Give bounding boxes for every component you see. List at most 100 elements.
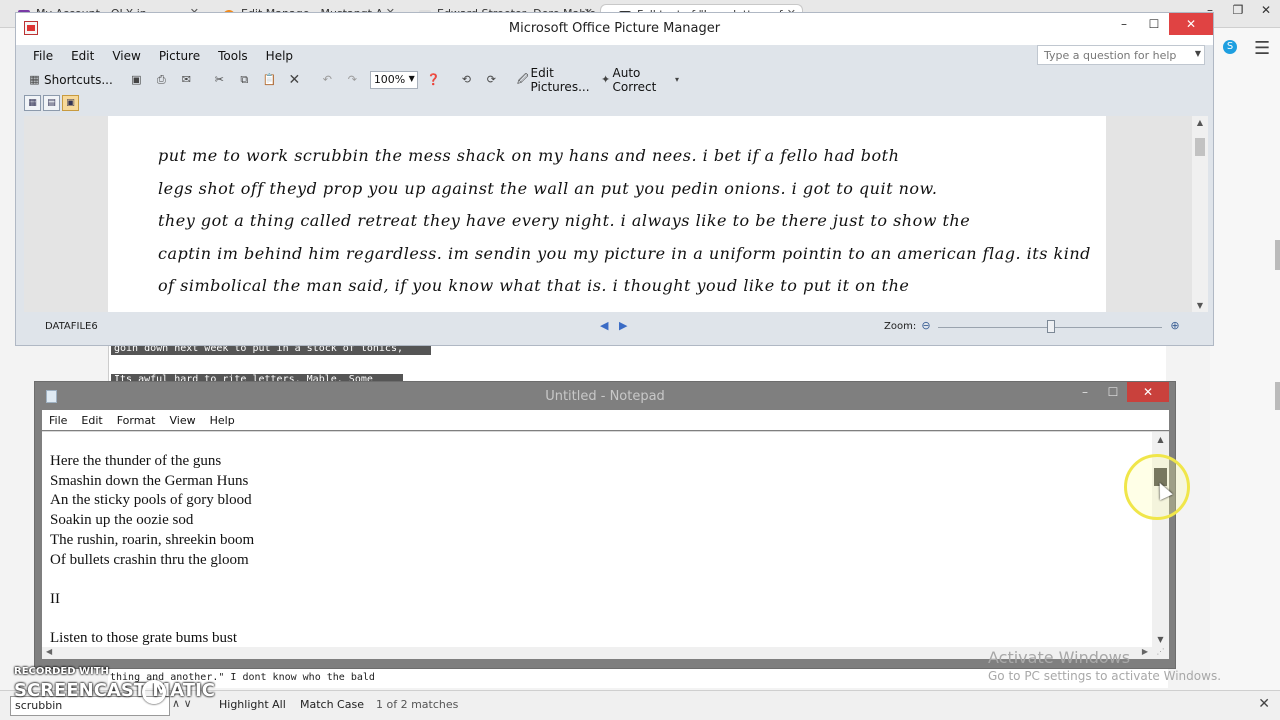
skype-icon[interactable]: S (1223, 40, 1237, 54)
menu-edit[interactable]: Edit (74, 414, 109, 427)
save-icon: ▣ (131, 73, 142, 86)
email-button[interactable]: ✉ (176, 70, 199, 90)
chevron-down-icon[interactable]: ▼ (409, 74, 415, 83)
close-icon[interactable]: ✕ (1127, 382, 1169, 402)
zoom-slider-handle[interactable] (1047, 320, 1055, 333)
scroll-left-icon[interactable]: ◀ (46, 647, 52, 656)
scroll-up-icon[interactable]: ▲ (1152, 435, 1169, 444)
menu-tools[interactable]: Tools (209, 47, 257, 67)
maximize-icon[interactable]: ☐ (1099, 382, 1127, 402)
window-controls: – ☐ ✕ (1071, 382, 1169, 402)
menu-view[interactable]: View (163, 414, 203, 427)
undo-icon: ↶ (322, 73, 332, 86)
watermark-caption: RECORDED WITH (14, 666, 109, 677)
close-icon[interactable]: ✕ (1258, 696, 1270, 712)
maximize-icon[interactable]: ☐ (1139, 13, 1169, 35)
highlight-all-button[interactable]: Highlight All (219, 698, 286, 711)
print-icon: ⎙ (156, 73, 166, 86)
chevron-down-icon: ▾ (675, 75, 680, 84)
rotate-right-button[interactable]: ⟳ (481, 70, 504, 90)
hamburger-menu-icon[interactable]: ☰ (1254, 38, 1270, 59)
scrollbar-segment[interactable] (1275, 240, 1280, 270)
handwritten-line: legs shot off theyd prop you up against … (158, 179, 938, 198)
menu-bar: File Edit View Picture Tools Help (24, 47, 302, 67)
restore-icon[interactable]: ❐ (1224, 0, 1252, 22)
thumbnail-view-icon[interactable]: ▦ (24, 95, 41, 111)
print-button[interactable]: ⎙ (151, 70, 174, 90)
menu-format[interactable]: Format (110, 414, 163, 427)
edit-pictures-button[interactable]: 🖉 Edit Pictures... (514, 66, 596, 94)
scroll-up-icon[interactable]: ▲ (1192, 118, 1208, 127)
watermark-brand: SCREENCAST MATIC (14, 680, 215, 701)
editor-horizontal-scrollbar[interactable]: ◀ ▶ (42, 647, 1152, 659)
menu-help[interactable]: Help (203, 414, 242, 427)
next-picture-icon[interactable]: ▶ (619, 319, 627, 332)
menu-view[interactable]: View (103, 47, 149, 67)
picture-vertical-scrollbar[interactable]: ▲ ▼ (1192, 116, 1208, 312)
scroll-down-icon[interactable]: ▼ (1192, 301, 1208, 310)
cut-button[interactable]: ✂ (209, 70, 232, 90)
save-button[interactable]: ▣ (126, 70, 149, 90)
help-search-input[interactable]: Type a question for help ▼ (1037, 45, 1205, 65)
menu-picture[interactable]: Picture (150, 47, 209, 67)
standard-toolbar: ▦ Shortcuts... ▣ ⎙ ✉ ✂ ⧉ 📋 ✕ ↶ ↷ 100% ▼ … (24, 66, 684, 94)
redo-button[interactable]: ↷ (342, 70, 365, 90)
auto-correct-icon: ✦ (601, 73, 611, 86)
menu-bar: File Edit Format View Help (42, 410, 1169, 430)
text-editor[interactable]: Here the thunder of the guns Smashin dow… (42, 431, 1169, 659)
filmstrip-view-icon[interactable]: ▤ (43, 95, 60, 111)
toolbar-options-button[interactable]: ▾ (667, 70, 690, 90)
menu-help[interactable]: Help (257, 47, 302, 67)
rotate-left-button[interactable]: ⟲ (456, 70, 479, 90)
handwritten-line: captin im behind him regardless. im send… (158, 244, 1091, 263)
undo-button[interactable]: ↶ (317, 70, 340, 90)
paste-icon: 📋 (262, 73, 277, 86)
zoom-select[interactable]: 100% ▼ (367, 70, 421, 90)
email-icon: ✉ (181, 73, 191, 86)
shortcuts-icon: ▦ (29, 73, 40, 86)
file-name: DATAFILE6 (45, 321, 98, 332)
zoom-label: Zoom: (884, 321, 917, 332)
minimize-icon[interactable]: – (1071, 382, 1099, 402)
activate-title: Activate Windows (988, 648, 1131, 667)
match-count: 1 of 2 matches (376, 698, 459, 711)
window-controls: – ☐ ✕ (1109, 13, 1213, 35)
help-button[interactable]: ❓ (423, 70, 446, 90)
close-icon[interactable]: ✕ (1169, 13, 1213, 35)
paste-button[interactable]: 📋 (259, 70, 282, 90)
minimize-icon[interactable]: – (1109, 13, 1139, 35)
single-picture-view-icon[interactable]: ▣ (62, 95, 79, 111)
previous-picture-icon[interactable]: ◀ (600, 319, 608, 332)
window-title: Untitled - Notepad (545, 389, 665, 404)
match-case-button[interactable]: Match Case (300, 698, 364, 711)
copy-button[interactable]: ⧉ (234, 70, 257, 90)
editor-content[interactable]: Here the thunder of the guns Smashin dow… (50, 452, 254, 649)
menu-edit[interactable]: Edit (62, 47, 103, 67)
auto-correct-label: Auto Correct (612, 66, 657, 94)
help-icon: ❓ (426, 73, 441, 86)
scrollbar-thumb[interactable] (1195, 138, 1205, 156)
delete-button[interactable]: ✕ (284, 70, 307, 90)
window-title: Microsoft Office Picture Manager (508, 21, 721, 36)
browser-right-side: S ☰ (1210, 28, 1280, 720)
shortcuts-label: Shortcuts... (44, 73, 113, 87)
handwritten-line: of simbolical the man said, if you know … (158, 276, 910, 295)
close-icon[interactable]: ✕ (1252, 0, 1280, 22)
picture-canvas: put me to work scrubbin the mess shack o… (24, 116, 1192, 312)
menu-file[interactable]: File (24, 47, 62, 67)
auto-correct-button[interactable]: ✦ Auto Correct (598, 66, 665, 94)
activate-windows-watermark: Activate Windows Go to PC settings to ac… (988, 648, 1221, 683)
zoom-input[interactable]: 100% ▼ (369, 71, 418, 89)
scrollbar-thumb[interactable] (1275, 382, 1280, 410)
copy-icon: ⧉ (240, 73, 249, 86)
redo-icon: ↷ (347, 73, 357, 86)
zoom-out-icon[interactable]: ⊖ (919, 319, 933, 333)
shortcuts-button[interactable]: ▦ Shortcuts... (24, 70, 116, 90)
picture-manager-window: Microsoft Office Picture Manager – ☐ ✕ F… (15, 12, 1214, 346)
chevron-down-icon[interactable]: ▼ (1195, 49, 1201, 58)
title-bar: Untitled - Notepad – ☐ ✕ (35, 382, 1175, 410)
scroll-down-icon[interactable]: ▼ (1152, 635, 1169, 644)
menu-file[interactable]: File (42, 414, 74, 427)
zoom-in-icon[interactable]: ⊕ (1168, 319, 1182, 333)
rotate-left-icon: ⟲ (461, 73, 471, 86)
